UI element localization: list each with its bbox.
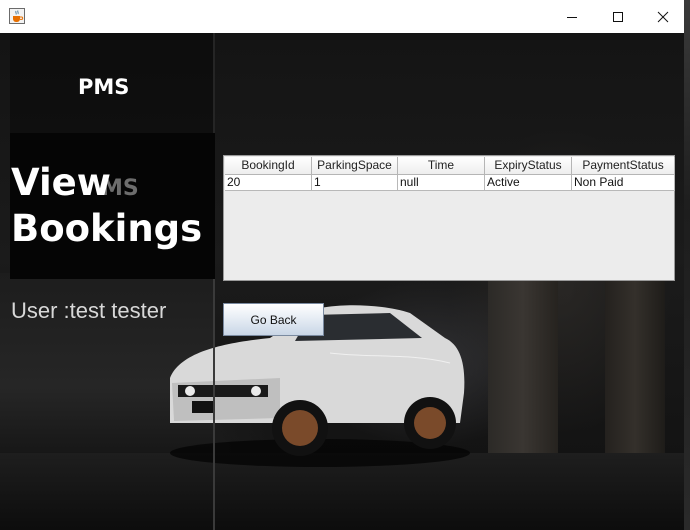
app-logo: PMS bbox=[78, 75, 130, 99]
content-panel: PMS MS View Bookings User :test tester B… bbox=[0, 33, 684, 530]
title-bar[interactable] bbox=[0, 0, 684, 34]
table-header: BookingId ParkingSpace Time ExpiryStatus… bbox=[225, 157, 675, 175]
column-header-time[interactable]: Time bbox=[398, 157, 485, 175]
column-header-parking-space[interactable]: ParkingSpace bbox=[312, 157, 398, 175]
column-header-payment-status[interactable]: PaymentStatus bbox=[572, 157, 675, 175]
user-label: User :test tester bbox=[11, 298, 167, 323]
app-window: PMS MS View Bookings User :test tester B… bbox=[0, 0, 690, 530]
java-cup-icon bbox=[9, 8, 25, 24]
maximize-button[interactable] bbox=[595, 0, 641, 33]
page-title: View Bookings bbox=[11, 161, 203, 250]
close-icon bbox=[657, 11, 669, 22]
table-cell[interactable]: Non Paid bbox=[572, 175, 675, 191]
table-cell[interactable]: null bbox=[398, 175, 485, 191]
table-cell[interactable]: Active bbox=[485, 175, 572, 191]
close-button[interactable] bbox=[640, 0, 686, 33]
minimize-icon bbox=[567, 16, 577, 18]
background-pillar bbox=[605, 273, 665, 473]
table-cell[interactable]: 1 bbox=[312, 175, 398, 191]
desktop-edge bbox=[684, 0, 690, 530]
background-pillar bbox=[488, 278, 558, 468]
table-row[interactable]: 20 1 null Active Non Paid bbox=[225, 175, 675, 191]
column-header-booking-id[interactable]: BookingId bbox=[225, 157, 312, 175]
go-back-button[interactable]: Go Back bbox=[223, 303, 324, 336]
column-header-expiry-status[interactable]: ExpiryStatus bbox=[485, 157, 572, 175]
minimize-button[interactable] bbox=[549, 0, 595, 33]
maximize-icon bbox=[613, 11, 623, 22]
bookings-table[interactable]: BookingId ParkingSpace Time ExpiryStatus… bbox=[223, 155, 675, 281]
table-cell[interactable]: 20 bbox=[225, 175, 312, 191]
